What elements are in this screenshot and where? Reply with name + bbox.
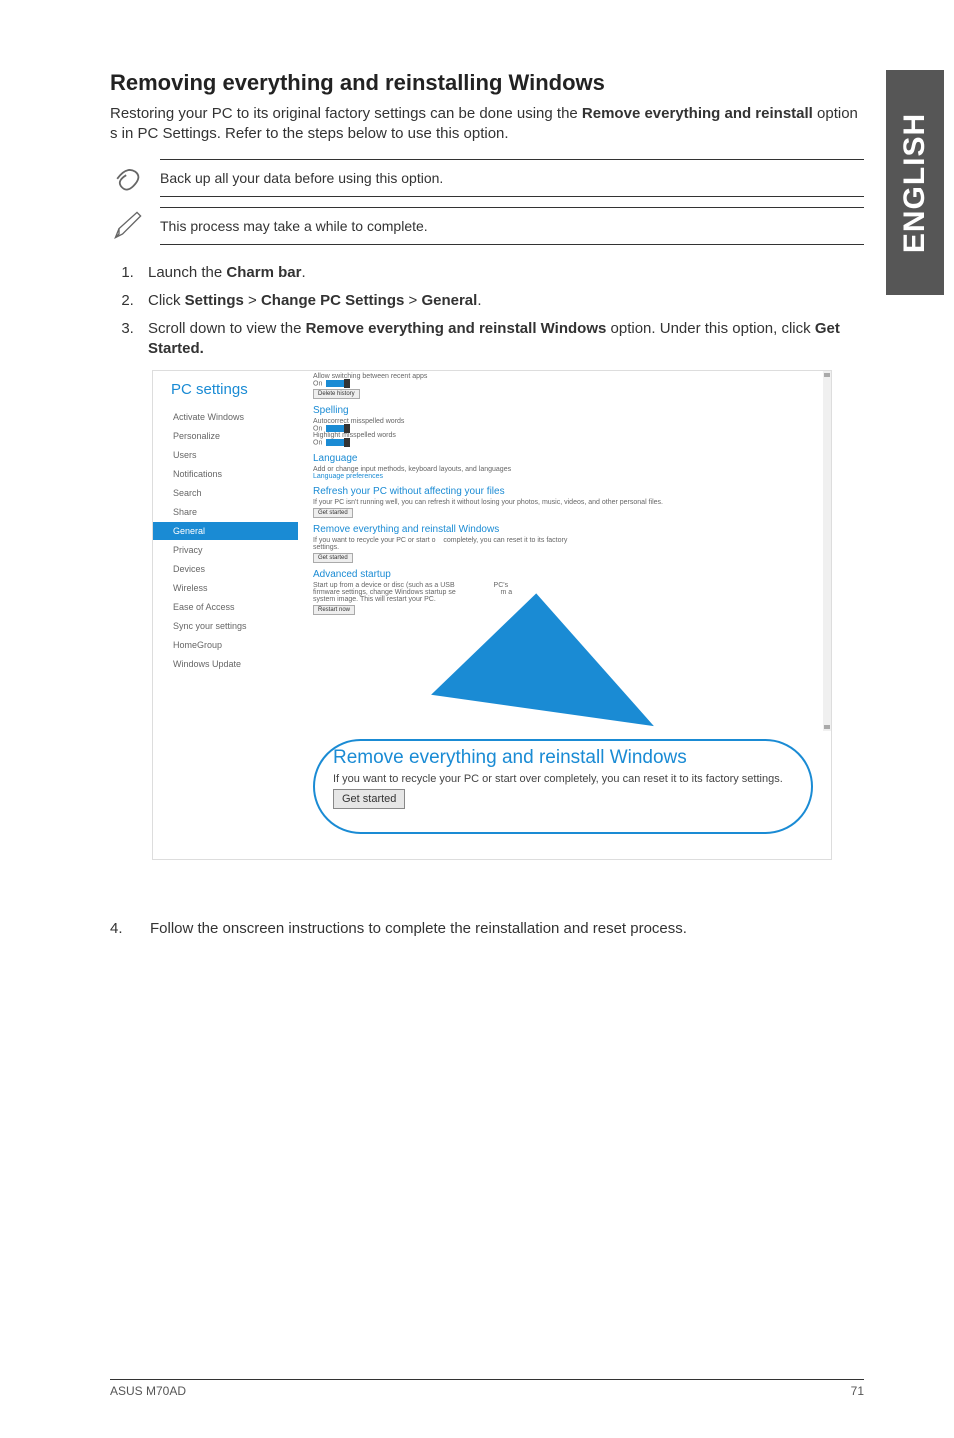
ss-pc-settings-heading: PC settings bbox=[171, 381, 298, 398]
sidebar-item-general[interactable]: General bbox=[153, 522, 298, 540]
toggle-icon[interactable] bbox=[326, 380, 350, 387]
get-started-refresh-button[interactable]: Get started bbox=[313, 508, 353, 518]
sidebar-item-wireless[interactable]: Wireless bbox=[171, 579, 298, 597]
language-preferences-link[interactable]: Language preferences bbox=[313, 473, 823, 480]
scrollbar[interactable] bbox=[823, 371, 831, 731]
ss-language-text: Add or change input methods, keyboard la… bbox=[313, 466, 823, 473]
ss-spelling-heading: Spelling bbox=[313, 405, 823, 416]
ss-allow-switching: Allow switching between recent apps bbox=[313, 373, 823, 380]
ss-highlight: Highlight misspelled words bbox=[313, 432, 823, 439]
footer-model: ASUS M70AD bbox=[110, 1384, 186, 1398]
sidebar-item-ease[interactable]: Ease of Access bbox=[171, 598, 298, 616]
ss-sidebar: PC settings Activate Windows Personalize… bbox=[153, 371, 298, 731]
ss-refresh-text: If your PC isn't running well, you can r… bbox=[313, 499, 823, 506]
callout-body: If you want to recycle your PC or start … bbox=[333, 773, 793, 785]
callout-title: Remove everything and reinstall Windows bbox=[333, 747, 793, 769]
sidebar-item-share[interactable]: Share bbox=[171, 503, 298, 521]
sidebar-item-privacy[interactable]: Privacy bbox=[171, 541, 298, 559]
pc-settings-screenshot: PC settings Activate Windows Personalize… bbox=[152, 370, 832, 860]
toggle-icon[interactable] bbox=[326, 425, 350, 432]
ss-remove-text: If you want to recycle your PC or start … bbox=[313, 537, 823, 551]
ss-on-toggle-3: On bbox=[313, 439, 823, 446]
page-footer: ASUS M70AD 71 bbox=[110, 1379, 864, 1398]
ss-remove-heading: Remove everything and reinstall Windows bbox=[313, 524, 823, 535]
sidebar-item-sync[interactable]: Sync your settings bbox=[171, 617, 298, 635]
intro-paragraph: Restoring your PC to its original factor… bbox=[110, 104, 864, 145]
paperclip-icon bbox=[110, 159, 146, 195]
sidebar-item-update[interactable]: Windows Update bbox=[171, 655, 298, 673]
toggle-icon[interactable] bbox=[326, 439, 350, 446]
ss-autocorrect: Autocorrect misspelled words bbox=[313, 418, 823, 425]
scroll-down-icon[interactable] bbox=[824, 725, 830, 729]
step-4: 4. Follow the onscreen instructions to c… bbox=[110, 920, 864, 937]
sidebar-item-homegroup[interactable]: HomeGroup bbox=[171, 636, 298, 654]
note-backup: Back up all your data before using this … bbox=[110, 159, 864, 197]
sidebar-item-notifications[interactable]: Notifications bbox=[171, 465, 298, 483]
sidebar-item-devices[interactable]: Devices bbox=[171, 560, 298, 578]
page-content: Removing everything and reinstalling Win… bbox=[0, 0, 954, 977]
steps-list: Launch the Charm bar. Click Settings > C… bbox=[110, 263, 864, 360]
callout-get-started-button[interactable]: Get started bbox=[333, 789, 405, 809]
step-1: Launch the Charm bar. bbox=[138, 263, 864, 283]
sidebar-item-personalize[interactable]: Personalize bbox=[171, 427, 298, 445]
section-title: Removing everything and reinstalling Win… bbox=[110, 70, 864, 96]
step-4-text: Follow the onscreen instructions to comp… bbox=[150, 920, 687, 937]
ss-language-heading: Language bbox=[313, 453, 823, 464]
scroll-up-icon[interactable] bbox=[824, 373, 830, 377]
step-4-number: 4. bbox=[110, 920, 128, 937]
step-3: Scroll down to view the Remove everythin… bbox=[138, 319, 864, 360]
footer-page-number: 71 bbox=[851, 1384, 864, 1398]
sidebar-item-search[interactable]: Search bbox=[171, 484, 298, 502]
delete-history-button[interactable]: Delete history bbox=[313, 389, 360, 399]
restart-now-button[interactable]: Restart now bbox=[313, 605, 355, 615]
note-backup-text: Back up all your data before using this … bbox=[160, 159, 864, 197]
ss-on-toggle-1: On bbox=[313, 380, 823, 387]
ss-refresh-heading: Refresh your PC without affecting your f… bbox=[313, 486, 823, 497]
ss-advanced-heading: Advanced startup bbox=[313, 569, 823, 580]
note-time: This process may take a while to complet… bbox=[110, 207, 864, 245]
note-time-text: This process may take a while to complet… bbox=[160, 207, 864, 245]
sidebar-item-activate[interactable]: Activate Windows bbox=[171, 408, 298, 426]
pencil-icon bbox=[110, 207, 146, 243]
sidebar-item-users[interactable]: Users bbox=[171, 446, 298, 464]
intro-pre: Restoring your PC to its original factor… bbox=[110, 105, 582, 122]
step-2: Click Settings > Change PC Settings > Ge… bbox=[138, 291, 864, 311]
ss-on-toggle-2: On bbox=[313, 425, 823, 432]
intro-bold: Remove everything and reinstall bbox=[582, 105, 813, 122]
get-started-remove-button[interactable]: Get started bbox=[313, 553, 353, 563]
callout-bubble: Remove everything and reinstall Windows … bbox=[313, 739, 813, 834]
